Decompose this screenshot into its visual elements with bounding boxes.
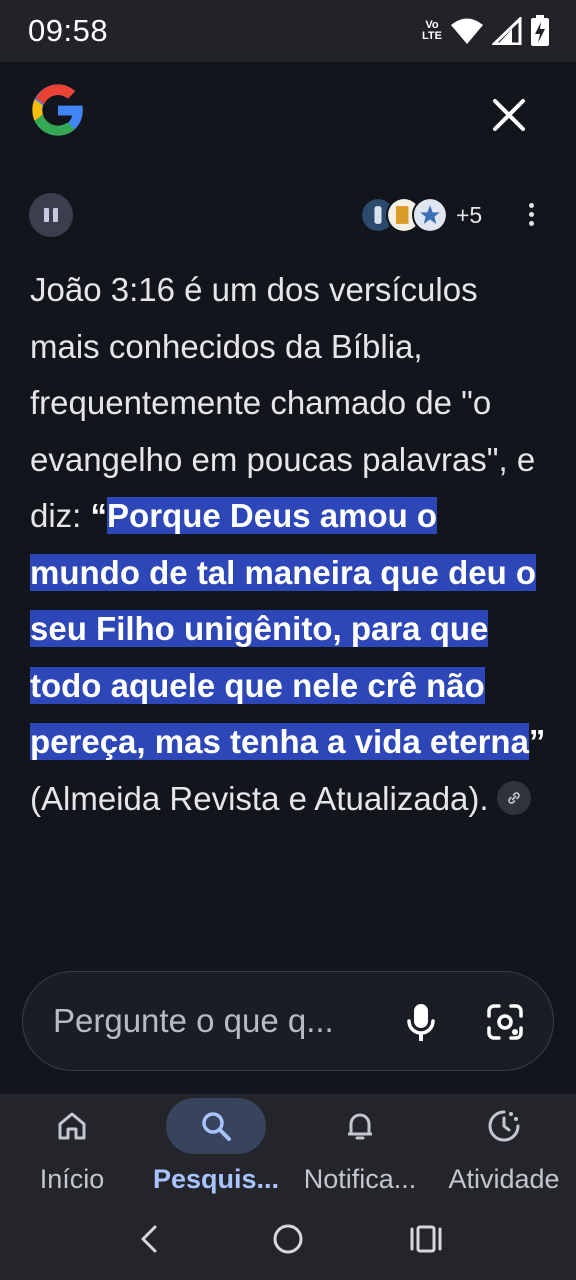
ask-input-bar[interactable]: Pergunte o que q...	[22, 971, 554, 1071]
recents-icon[interactable]	[406, 1219, 446, 1259]
link-icon	[507, 792, 520, 804]
battery-charging-icon	[531, 15, 549, 46]
source-favicon-3	[412, 197, 448, 233]
answer-outro: (Almeida Revista e Atualizada).	[30, 779, 489, 817]
ai-answer-text: João 3:16 é um dos versículos mais conhe…	[30, 262, 550, 827]
more-dot	[528, 220, 534, 226]
nav-label-notificacoes: Notifica...	[303, 1164, 417, 1194]
bell-icon	[348, 1113, 372, 1140]
nav-label-inicio: Início	[39, 1164, 105, 1194]
system-navigation-bar	[0, 1205, 576, 1280]
sources-count: +5	[456, 201, 483, 228]
ask-input-placeholder[interactable]: Pergunte o que q...	[53, 1002, 334, 1040]
nav-item-inicio[interactable]: Início	[0, 1094, 144, 1204]
search-icon	[202, 1112, 231, 1141]
nav-label-atividade: Atividade	[448, 1164, 560, 1194]
pause-button[interactable]	[29, 193, 73, 237]
pause-icon-bar	[53, 208, 58, 222]
mic-icon[interactable]	[401, 1000, 441, 1044]
nav-item-notificacoes[interactable]: Notifica...	[288, 1094, 432, 1204]
nav-item-pesquisar[interactable]: Pesquis...	[144, 1094, 288, 1204]
home-circle-icon[interactable]	[268, 1219, 308, 1259]
google-lens-icon[interactable]	[483, 1000, 527, 1044]
open-quote: “	[90, 497, 108, 534]
answer-intro: João 3:16 é um dos versículos mais conhe…	[30, 271, 536, 534]
close-quote: ”	[528, 723, 546, 760]
nav-icon-container	[22, 1098, 122, 1154]
more-vert-icon[interactable]	[516, 199, 546, 229]
back-icon[interactable]	[130, 1219, 170, 1259]
signal-icon	[492, 17, 522, 45]
volte-bottom-text: LTE	[422, 30, 442, 42]
home-icon	[58, 1112, 86, 1140]
activity-icon	[488, 1110, 520, 1142]
source-link-button[interactable]	[496, 780, 531, 815]
status-icons: Vo LTE	[422, 15, 550, 47]
sources-stack[interactable]: +5	[360, 195, 482, 235]
status-time: 09:58	[28, 13, 109, 48]
pause-icon	[44, 208, 49, 222]
close-icon[interactable]	[484, 90, 534, 140]
wifi-icon	[451, 18, 483, 44]
nav-icon-container	[166, 1098, 266, 1154]
status-bar: 09:58 Vo LTE	[0, 0, 576, 62]
highlighted-verse[interactable]: Porque Deus amou o mundo de tal maneira …	[30, 497, 537, 760]
nav-item-atividade[interactable]: Atividade	[432, 1094, 576, 1204]
nav-label-pesquisar: Pesquis...	[152, 1164, 280, 1194]
more-dot	[528, 202, 534, 208]
nav-icon-container	[310, 1098, 410, 1154]
google-g-logo	[32, 84, 83, 136]
volte-lte-icon: Vo LTE	[422, 20, 442, 42]
bottom-navigation: Início Pesquis... Notifica... Atividade	[0, 1094, 576, 1280]
nav-icon-container	[454, 1098, 554, 1154]
answer-toolbar: +5	[0, 185, 576, 241]
more-dot	[528, 211, 534, 217]
